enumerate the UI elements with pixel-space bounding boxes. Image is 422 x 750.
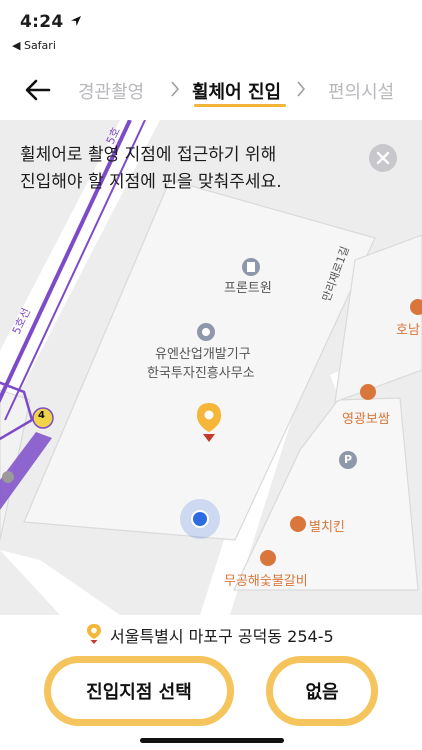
step-landscape-photo[interactable]: 경관촬영 — [78, 78, 144, 104]
map-view[interactable]: 휠체어로 촬영 지점에 접근하기 위해 진입해야 할 지점에 핀을 맞춰주세요.… — [0, 120, 422, 615]
select-entry-point-button[interactable]: 진입지점 선택 — [44, 656, 234, 726]
poi-honam[interactable]: 호남 — [396, 319, 420, 338]
poi-yuen-line2[interactable]: 한국투자진흥사무소 — [147, 362, 255, 381]
poi-byeol-chicken[interactable]: 별치킨 — [309, 516, 345, 535]
address-row: 서울특별시 마포구 공덕동 254-5 — [0, 615, 422, 655]
poi-yeonggwang-bossam[interactable]: 영광보쌈 — [342, 408, 390, 427]
status-bar: 4:24 ◀ Safari — [0, 0, 422, 62]
parking-icon[interactable]: P — [344, 453, 352, 466]
chevron-right-icon — [171, 81, 179, 97]
status-time: 4:24 — [20, 12, 64, 32]
active-step-underline — [194, 104, 286, 107]
poi-yuen-line1[interactable]: 유엔산업개발기구 — [155, 343, 251, 362]
map-instruction: 휠체어로 촬영 지점에 접근하기 위해 진입해야 할 지점에 핀을 맞춰주세요. — [20, 142, 340, 196]
poi-mugong-galbi[interactable]: 무공해숯불갈비 — [224, 570, 308, 589]
subway-exit-number[interactable]: 4 — [38, 410, 45, 421]
chevron-right-icon — [297, 81, 305, 97]
back-to-safari-link[interactable]: ◀ Safari — [12, 39, 56, 52]
location-arrow-icon — [71, 16, 81, 26]
back-arrow-icon[interactable] — [22, 76, 54, 104]
address-text: 서울특별시 마포구 공덕동 254-5 — [110, 627, 334, 646]
none-button[interactable]: 없음 — [266, 656, 378, 726]
close-instruction-button[interactable] — [369, 144, 397, 172]
instruction-line-2: 진입해야 할 지점에 핀을 맞춰주세요. — [20, 172, 282, 192]
home-indicator — [140, 738, 284, 743]
step-header: 경관촬영 휠체어 진입 편의시설 — [0, 62, 422, 120]
close-icon — [376, 151, 390, 165]
poi-front-one[interactable]: 프론트원 — [224, 277, 272, 296]
instruction-line-1: 휠체어로 촬영 지점에 접근하기 위해 — [20, 145, 277, 165]
step-wheelchair-entry[interactable]: 휠체어 진입 — [192, 78, 281, 104]
step-amenities[interactable]: 편의시설 — [328, 78, 394, 104]
location-pin-icon — [87, 624, 101, 644]
